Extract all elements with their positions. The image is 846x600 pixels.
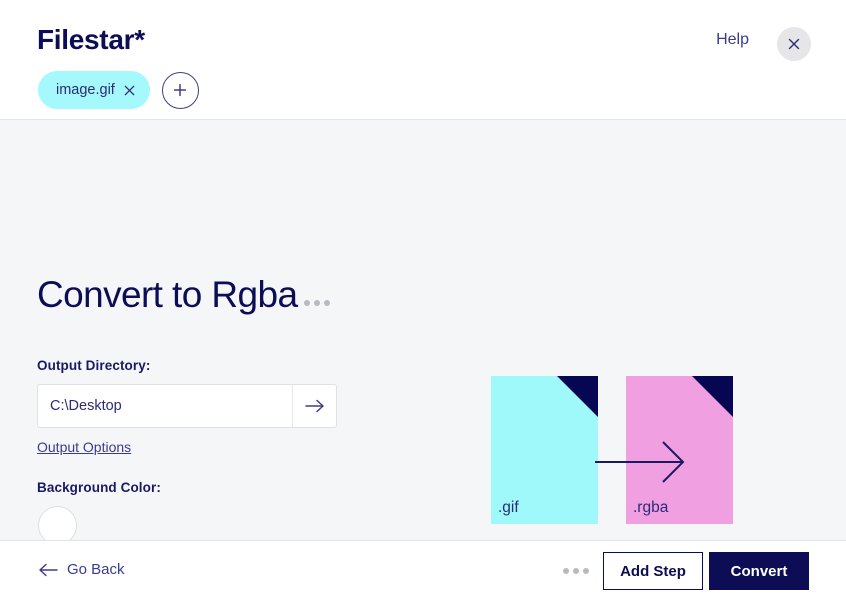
- source-file-graphic: .gif: [491, 376, 598, 524]
- ellipsis-icon-dot: [304, 299, 311, 306]
- ellipsis-icon-dot: [563, 568, 569, 574]
- add-step-button[interactable]: Add Step: [603, 552, 703, 590]
- background-color-label: Background Color:: [37, 480, 161, 495]
- app-logo-star: *: [134, 24, 145, 55]
- page-fold-icon: [692, 376, 733, 417]
- page-fold-icon: [557, 376, 598, 417]
- convert-button[interactable]: Convert: [709, 552, 809, 590]
- plus-icon: [174, 83, 187, 97]
- close-x-icon: [788, 38, 800, 50]
- go-back-label: Go Back: [67, 561, 125, 578]
- main-content: Convert to Rgba Output Directory: Output…: [0, 120, 846, 545]
- source-file-extension: .gif: [498, 498, 519, 516]
- arrow-left-icon: [39, 563, 58, 576]
- ellipsis-icon-dot: [314, 299, 321, 306]
- ellipsis-icon-dot: [324, 299, 331, 306]
- output-directory-label: Output Directory:: [37, 358, 151, 373]
- app-header: Filestar* Help image.gif: [0, 0, 846, 120]
- file-tab-label: image.gif: [56, 82, 115, 98]
- app-window: Filestar* Help image.gif Convert to Rgba…: [0, 0, 846, 600]
- arrow-right-icon: [304, 399, 324, 413]
- page-title-menu-button[interactable]: [304, 299, 331, 315]
- output-options-link[interactable]: Output Options: [37, 439, 131, 455]
- app-logo: Filestar*: [37, 26, 145, 54]
- footer-actions: Add Step Convert: [563, 552, 809, 590]
- file-tabs: image.gif: [38, 71, 199, 109]
- app-logo-text: Filestar: [37, 24, 135, 55]
- page-title-row: Convert to Rgba: [37, 274, 331, 315]
- target-file-extension: .rgba: [633, 498, 669, 516]
- output-directory-go-button[interactable]: [292, 385, 336, 427]
- output-directory-field: [37, 384, 337, 428]
- ellipsis-icon-dot: [583, 568, 589, 574]
- conversion-arrow-icon: [595, 441, 685, 483]
- footer-more-button[interactable]: [563, 568, 589, 574]
- go-back-button[interactable]: Go Back: [38, 561, 125, 578]
- file-tab-image-gif[interactable]: image.gif: [38, 71, 150, 109]
- conversion-illustration: .gif .rgba: [491, 376, 736, 524]
- add-file-button[interactable]: [161, 71, 199, 109]
- close-x-icon: [124, 85, 135, 95]
- app-footer: Go Back Add Step Convert: [0, 540, 846, 600]
- page-title: Convert to Rgba: [37, 274, 298, 315]
- output-directory-input[interactable]: [38, 385, 292, 427]
- help-link[interactable]: Help: [716, 31, 749, 49]
- file-tab-close-button[interactable]: [124, 85, 135, 96]
- close-window-button[interactable]: [777, 27, 811, 61]
- ellipsis-icon-dot: [573, 568, 579, 574]
